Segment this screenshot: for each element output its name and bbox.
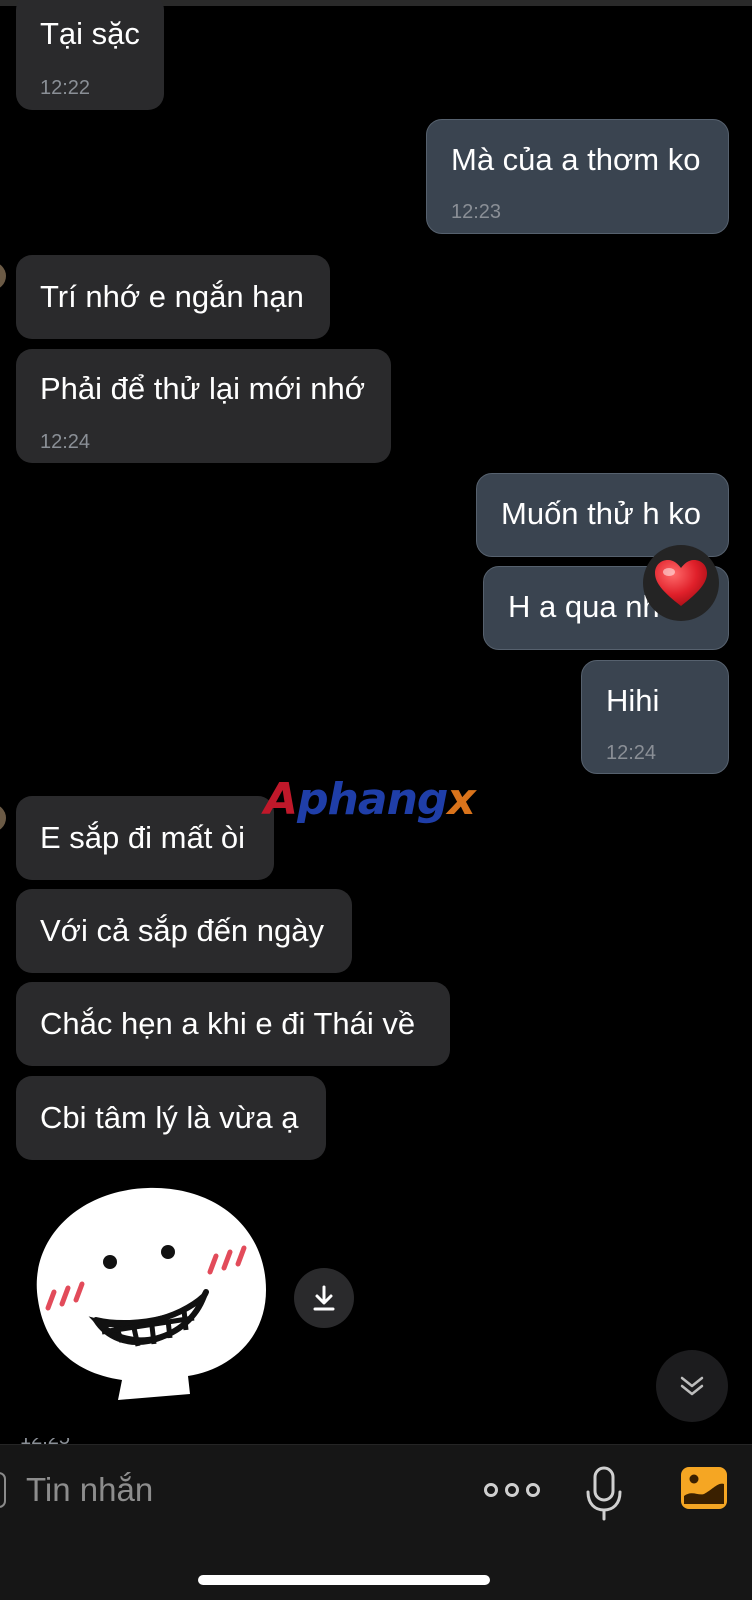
message-text: E sắp đi mất òi [40, 820, 246, 855]
heart-icon [655, 560, 707, 606]
message-outgoing[interactable]: Muốn thử h ko [476, 473, 729, 557]
message-incoming[interactable]: Tại sặc 12:22 [16, 0, 164, 110]
chat-screen: Tại sặc 12:22 Mà của a thơm ko 12:23 Trí… [0, 0, 752, 1600]
message-text: Chắc hẹn a khi e đi Thái về [40, 1006, 416, 1041]
message-text: Trí nhớ e ngắn hạn [40, 279, 304, 314]
message-text: Cbi tâm lý là vừa ạ [40, 1100, 299, 1135]
voice-record-button[interactable] [584, 1466, 624, 1522]
message-outgoing[interactable]: Hihi 12:24 [581, 660, 729, 774]
message-time: 12:24 [606, 742, 657, 764]
smiling-face-sticker[interactable] [18, 1180, 274, 1404]
message-time: 12:24 [40, 431, 91, 453]
message-incoming[interactable]: Phải để thử lại mới nhớ 12:24 [16, 349, 391, 463]
message-time: 12:23 [451, 201, 502, 223]
download-icon [313, 1285, 335, 1311]
sender-avatar[interactable] [0, 262, 6, 290]
message-text: Hihi [606, 683, 660, 718]
message-input[interactable] [26, 1470, 446, 1510]
microphone-icon [586, 1466, 622, 1521]
smiley-sticker-icon [36, 1187, 266, 1400]
message-incoming[interactable]: Cbi tâm lý là vừa ạ [16, 1076, 326, 1160]
more-options-button[interactable] [484, 1476, 540, 1504]
message-incoming[interactable]: Trí nhớ e ngắn hạn [16, 255, 330, 339]
message-text: Phải để thử lại mới nhớ [40, 371, 366, 406]
message-text: Mà của a thơm ko [451, 142, 701, 177]
download-button[interactable] [294, 1268, 354, 1328]
message-time: 12:22 [40, 77, 91, 99]
more-dots-icon [526, 1483, 540, 1497]
image-picker-button[interactable] [680, 1466, 728, 1510]
sticker-icon[interactable] [0, 1472, 6, 1508]
message-text: H a qua nh [508, 589, 660, 624]
message-text: Tại sặc [40, 16, 140, 51]
more-dots-icon [505, 1483, 519, 1497]
more-dots-icon [484, 1483, 498, 1497]
home-indicator[interactable] [198, 1575, 490, 1585]
double-chevron-down-icon [680, 1376, 704, 1396]
message-incoming[interactable]: Với cả sắp đến ngày [16, 889, 352, 973]
message-text: Muốn thử h ko [501, 496, 701, 531]
message-outgoing[interactable]: Mà của a thơm ko 12:23 [426, 119, 729, 234]
scroll-to-bottom-button[interactable] [656, 1350, 728, 1422]
reaction-badge[interactable] [643, 545, 719, 621]
message-incoming[interactable]: E sắp đi mất òi [16, 796, 274, 880]
message-incoming[interactable]: Chắc hẹn a khi e đi Thái về [16, 982, 450, 1066]
sender-avatar[interactable] [0, 804, 6, 832]
watermark-logo: Aphangx [264, 774, 476, 825]
image-gallery-icon [681, 1467, 727, 1509]
message-text: Với cả sắp đến ngày [40, 913, 325, 948]
